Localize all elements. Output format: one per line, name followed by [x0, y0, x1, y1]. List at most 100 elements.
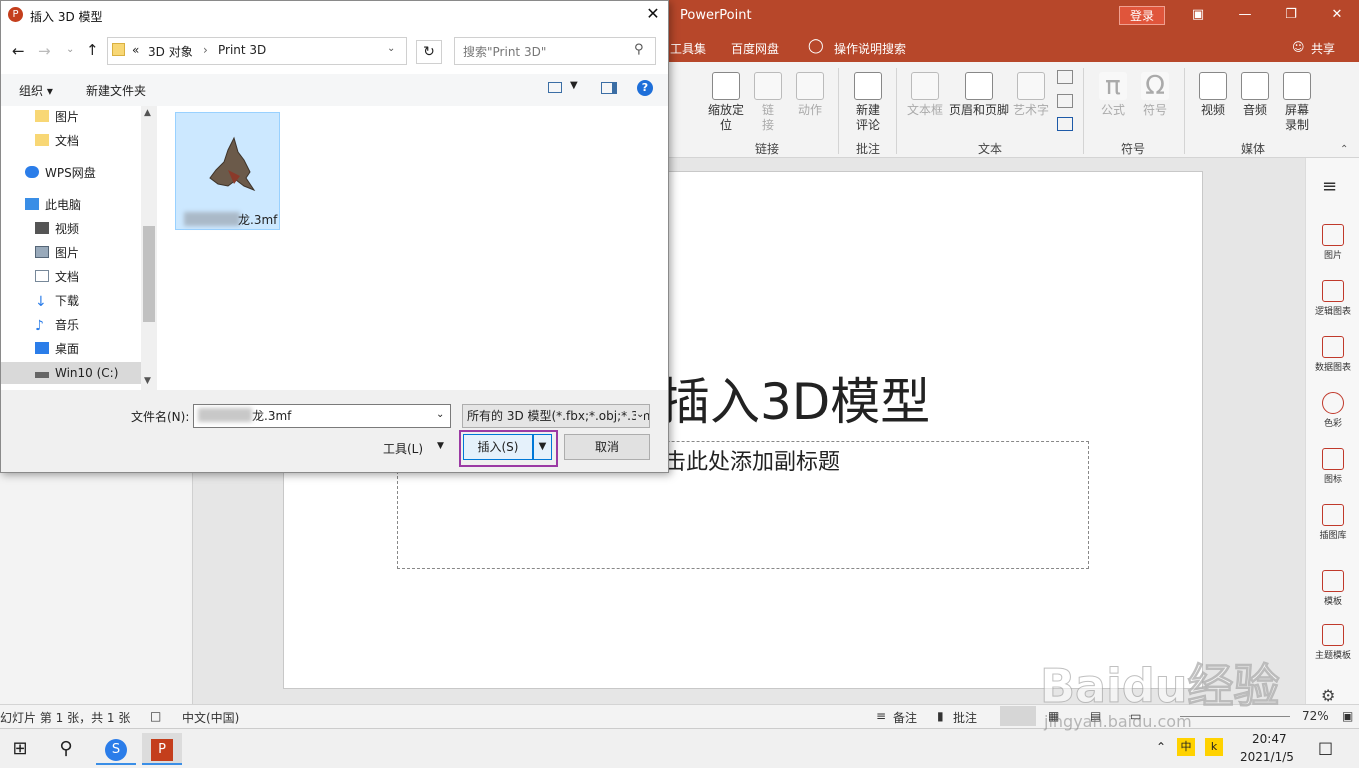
- organize-menu[interactable]: 组织 ▾: [19, 82, 53, 99]
- sogou-browser-icon[interactable]: S: [96, 733, 136, 765]
- rp-icons[interactable]: 图标: [1310, 448, 1356, 485]
- new-comment-button[interactable]: 新建 评论: [846, 72, 890, 133]
- breadcrumb-print3d[interactable]: Print 3D: [218, 43, 266, 57]
- powerpoint-taskbar-icon[interactable]: P: [142, 733, 182, 765]
- nav-item-pictures[interactable]: 图片: [35, 106, 79, 128]
- wordart-button[interactable]: 艺术字: [1012, 72, 1050, 118]
- filename-input[interactable]: 龙.3mf: [193, 404, 451, 428]
- scroll-down-icon[interactable]: ▼: [144, 376, 151, 386]
- textbox-button[interactable]: 文本框: [904, 72, 946, 118]
- preview-pane-icon[interactable]: [601, 82, 617, 94]
- help-icon[interactable]: ?: [637, 80, 653, 96]
- rp-illustrations[interactable]: 插图库: [1310, 504, 1356, 541]
- slide-title[interactable]: 插入3D模型: [660, 362, 930, 434]
- normal-view-button[interactable]: [1000, 706, 1036, 726]
- forward-arrow-icon[interactable]: →: [38, 42, 51, 60]
- audio-button[interactable]: 音频: [1236, 72, 1274, 118]
- collapse-ribbon-icon[interactable]: ⌃: [1340, 144, 1348, 155]
- rp-color[interactable]: 色彩: [1310, 392, 1356, 429]
- header-footer-button[interactable]: 页眉和页脚: [948, 72, 1010, 118]
- filetype-select[interactable]: 所有的 3D 模型(*.fbx;*.obj;*.3mf: [462, 404, 650, 428]
- settings-gear-icon[interactable]: ⚙: [1321, 686, 1335, 705]
- picture-icon: [1322, 224, 1344, 246]
- ime-cn[interactable]: 中: [1177, 738, 1195, 756]
- action-button[interactable]: 动作: [792, 72, 828, 118]
- nav-item-pictures-pc[interactable]: 图片: [35, 242, 79, 264]
- panel-collapse-icon[interactable]: ≡: [1322, 176, 1337, 197]
- slide-info: 幻灯片 第 1 张，共 1 张: [0, 711, 131, 725]
- accessibility-icon[interactable]: □: [150, 709, 161, 723]
- share-button[interactable]: 共享: [1311, 40, 1335, 57]
- new-folder-button[interactable]: 新建文件夹: [86, 82, 146, 99]
- back-arrow-icon[interactable]: ←: [12, 42, 25, 60]
- ribbon-separator: [1184, 68, 1185, 154]
- zoom-button[interactable]: 缩放定 位: [704, 72, 748, 133]
- nav-item-this-pc[interactable]: 此电脑: [25, 194, 81, 216]
- refresh-icon[interactable]: ↻: [416, 40, 442, 64]
- ime-k[interactable]: k: [1205, 738, 1223, 756]
- breadcrumb-overflow[interactable]: «: [132, 43, 139, 57]
- search-icon[interactable]: ⚲: [634, 42, 644, 57]
- login-button[interactable]: 登录: [1119, 6, 1165, 25]
- slide-number-icon[interactable]: [1057, 94, 1073, 108]
- recent-locations-icon[interactable]: ⌄: [66, 44, 74, 55]
- nav-item-music[interactable]: ♪ 音乐: [35, 314, 79, 336]
- nav-item-documents-pc[interactable]: 文档: [35, 266, 79, 288]
- rp-picture[interactable]: 图片: [1310, 224, 1356, 261]
- view-options-icon[interactable]: [548, 82, 562, 93]
- menu-baidu-netdisk[interactable]: 百度网盘: [731, 40, 779, 57]
- tools-dropdown-icon[interactable]: ▼: [437, 441, 444, 451]
- filename-dropdown-icon[interactable]: ⌄: [436, 409, 444, 420]
- search-placeholder: 搜索"Print 3D": [463, 45, 547, 59]
- nav-item-drive-c[interactable]: Win10 (C:): [35, 362, 118, 384]
- close-icon[interactable]: ✕: [1322, 4, 1352, 26]
- up-arrow-icon[interactable]: ↑: [86, 41, 99, 59]
- nav-item-desktop[interactable]: 桌面: [35, 338, 79, 360]
- scroll-up-icon[interactable]: ▲: [144, 108, 151, 118]
- tell-me-search[interactable]: 操作说明搜索: [834, 40, 906, 57]
- notification-icon[interactable]: □: [1318, 738, 1333, 757]
- dialog-close-icon[interactable]: ✕: [640, 3, 666, 25]
- nav-scroll-thumb[interactable]: [143, 226, 155, 322]
- screen-record-button[interactable]: 屏幕 录制: [1278, 72, 1316, 133]
- view-dropdown-icon[interactable]: ▼: [570, 80, 578, 91]
- nav-item-videos[interactable]: 视频: [35, 218, 79, 240]
- object-icon[interactable]: [1057, 117, 1073, 131]
- clock-time[interactable]: 20:47: [1252, 732, 1287, 746]
- comments-button[interactable]: 批注: [953, 709, 977, 726]
- equation-button[interactable]: π 公式: [1094, 72, 1132, 118]
- insert-dropdown-icon[interactable]: ▼: [533, 434, 552, 460]
- rp-logic-chart[interactable]: 逻辑图表: [1310, 280, 1356, 317]
- breadcrumb-separator: ›: [203, 43, 208, 57]
- restore-icon[interactable]: ❐: [1276, 4, 1306, 26]
- nav-item-wps-cloud[interactable]: WPS网盘: [25, 162, 96, 184]
- link-button[interactable]: 链 接: [752, 72, 784, 133]
- insert-button[interactable]: 插入(S): [463, 434, 533, 460]
- menu-tools[interactable]: 工具集: [670, 40, 706, 57]
- address-dropdown-icon[interactable]: ⌄: [387, 43, 395, 54]
- rp-data-chart[interactable]: 数据图表: [1310, 336, 1356, 373]
- clock-date[interactable]: 2021/1/5: [1240, 750, 1294, 764]
- rp-theme-template[interactable]: 主题模板: [1310, 624, 1356, 661]
- zoom-slider[interactable]: [1180, 716, 1290, 717]
- rp-template[interactable]: 模板: [1310, 570, 1356, 607]
- video-button[interactable]: 视频: [1194, 72, 1232, 118]
- nav-item-documents[interactable]: 文档: [35, 130, 79, 152]
- nav-item-downloads[interactable]: ↓ 下载: [35, 290, 79, 312]
- windows-start-icon[interactable]: ⊞: [0, 733, 40, 765]
- breadcrumb-3d-objects[interactable]: 3D 对象: [148, 43, 193, 60]
- tools-menu[interactable]: 工具(L): [383, 440, 423, 457]
- minimize-icon[interactable]: —: [1230, 4, 1260, 26]
- notes-button[interactable]: 备注: [893, 709, 917, 726]
- zoom-level[interactable]: 72%: [1302, 709, 1329, 723]
- language-status[interactable]: 中文(中国): [182, 709, 239, 726]
- tray-chevron-icon[interactable]: ⌃: [1156, 740, 1166, 754]
- date-time-icon[interactable]: [1057, 70, 1073, 84]
- cancel-button[interactable]: 取消: [564, 434, 650, 460]
- symbol-button[interactable]: Ω 符号: [1136, 72, 1174, 118]
- filetype-dropdown-icon[interactable]: ⌄: [636, 409, 645, 420]
- folder-icon: [35, 110, 49, 122]
- taskbar-search-icon[interactable]: ⚲: [46, 733, 86, 765]
- fit-slide-icon[interactable]: ▣: [1342, 709, 1353, 723]
- ribbon-display-icon[interactable]: ▣: [1183, 4, 1213, 26]
